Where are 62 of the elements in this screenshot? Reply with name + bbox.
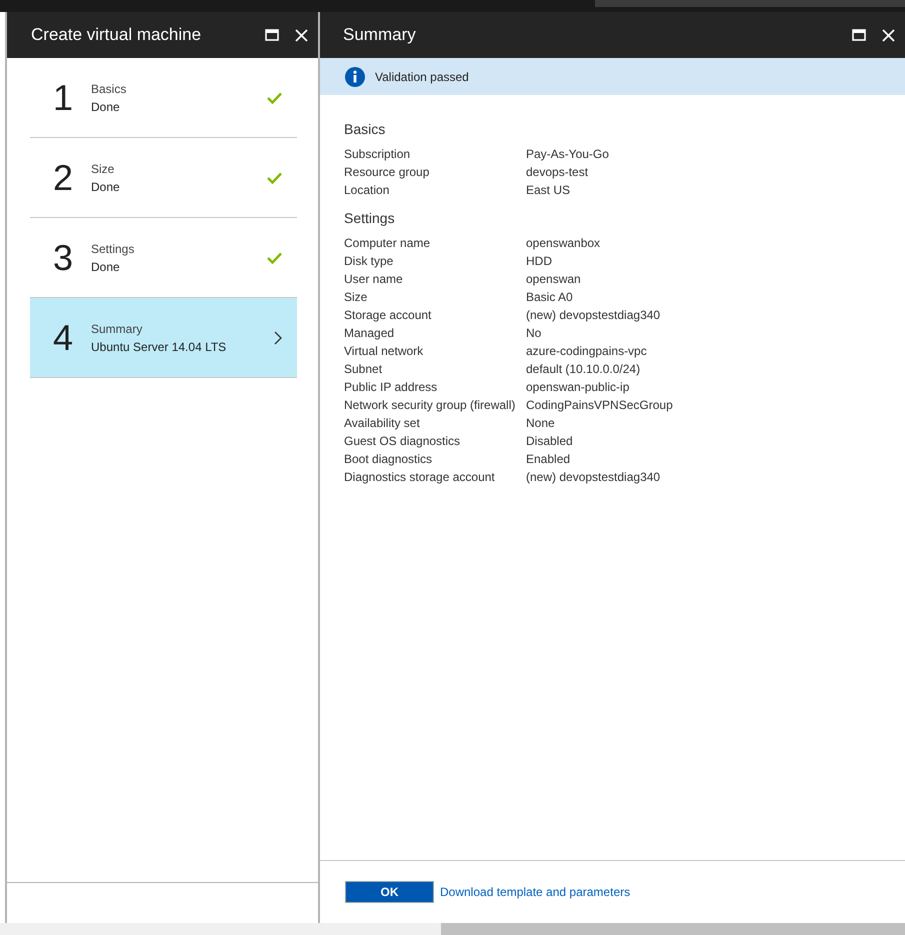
step-status: Done (91, 260, 121, 274)
field-value: azure-codingpains-vpc (526, 344, 648, 359)
field-label: Boot diagnostics (344, 452, 434, 467)
maximize-icon[interactable] (852, 29, 866, 41)
field-label: Size (344, 290, 368, 305)
field-value: None (526, 416, 556, 431)
field-value: default (10.10.0.0/24) (526, 362, 642, 377)
step-name: Summary (91, 322, 144, 336)
scrollbar-thumb[interactable] (441, 923, 905, 935)
field-label: Disk type (344, 254, 394, 269)
field-label: Public IP address (344, 380, 438, 395)
field-label: Resource group (344, 165, 430, 180)
field-value: HDD (526, 254, 553, 269)
field-value: Pay-As-You-Go (526, 147, 609, 162)
step-number: 2 (53, 156, 71, 198)
step-status: Ubuntu Server 14.04 LTS (91, 340, 228, 354)
step-number: 4 (53, 316, 71, 358)
step-status: Done (91, 180, 121, 194)
field-label: Location (344, 183, 390, 198)
close-icon[interactable] (295, 28, 308, 42)
field-label: Guest OS diagnostics (344, 434, 462, 449)
banner-text: Validation passed (375, 70, 469, 84)
step-status: Done (91, 100, 121, 114)
blade-title: Create virtual machine (31, 25, 202, 45)
field-label: User name (344, 272, 404, 287)
info-icon (345, 66, 365, 86)
field-label: Storage account (344, 308, 432, 323)
step-name: Size (91, 162, 116, 176)
close-icon[interactable] (882, 28, 895, 42)
step-name: Basics (91, 82, 128, 96)
field-value: openswan-public-ip (526, 380, 630, 395)
field-value: No (526, 326, 542, 341)
step-name: Settings (91, 242, 136, 256)
field-value: CodingPainsVPNSecGroup (526, 398, 673, 413)
field-value: (new) devopstestdiag340 (526, 308, 662, 323)
field-value: devops-test (526, 165, 590, 180)
field-value: East US (526, 183, 572, 198)
wizard-step[interactable]: 1 Basics Done (30, 58, 297, 138)
maximize-icon[interactable] (265, 29, 279, 41)
step-number: 1 (53, 76, 71, 118)
step-number: 3 (53, 236, 71, 278)
field-label: Virtual network (344, 344, 424, 359)
field-label: Subnet (344, 362, 384, 377)
field-value: Disabled (526, 434, 574, 449)
field-label: Computer name (344, 236, 432, 251)
field-label: Diagnostics storage account (344, 470, 496, 485)
field-label: Subscription (344, 147, 412, 162)
section-heading: Settings (344, 210, 396, 226)
field-value: openswanbox (526, 236, 602, 251)
field-label: Network security group (firewall) (344, 398, 516, 413)
ok-button[interactable]: OK (345, 881, 434, 903)
wizard-step[interactable]: 4 Summary Ubuntu Server 14.04 LTS (30, 298, 297, 378)
field-value: (new) devopstestdiag340 (526, 470, 662, 485)
field-value: Basic A0 (526, 290, 574, 305)
section-heading: Basics (344, 121, 386, 137)
download-link[interactable]: Download template and parameters (440, 885, 630, 899)
blade-title: Summary (343, 25, 417, 45)
field-value: openswan (526, 272, 582, 287)
wizard-step[interactable]: 2 Size Done (30, 138, 297, 218)
field-label: Availability set (344, 416, 421, 431)
field-value: Enabled (526, 452, 572, 467)
field-label: Managed (344, 326, 396, 341)
